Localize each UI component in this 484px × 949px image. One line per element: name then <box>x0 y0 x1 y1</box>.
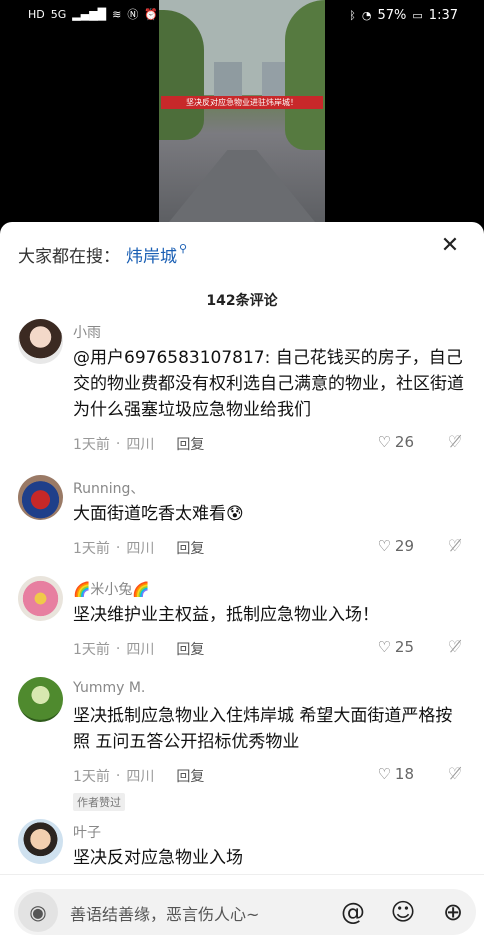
comment-meta: 1天前 · 四川 回复 <box>73 434 204 454</box>
comment-location: 四川 <box>126 769 155 785</box>
comment-author[interactable]: Running、 <box>73 478 144 498</box>
comment-author[interactable]: 小雨 <box>73 322 101 342</box>
comment-time: 1天前 <box>73 541 110 557</box>
comments-count: 142条评论 <box>206 293 278 309</box>
comments-sheet: 大家都在搜： 炜岸城 ⚲ ✕ 142条评论 小雨 @用户697658310781… <box>0 222 484 948</box>
like-button[interactable]: ♡ 18 <box>377 765 414 783</box>
meta-separator: · <box>115 540 121 556</box>
like-button[interactable]: ♡ 25 <box>377 638 414 656</box>
comment-text: 坚决反对应急物业入场 <box>73 848 243 868</box>
reply-button[interactable]: 回复 <box>176 538 204 558</box>
reply-button[interactable]: 回复 <box>176 639 204 659</box>
meta-separator: · <box>115 768 121 784</box>
avatar[interactable] <box>18 677 63 722</box>
comment-location: 四川 <box>126 642 155 658</box>
like-count: 25 <box>394 638 414 656</box>
meta-separator: · <box>115 436 121 452</box>
video-trees <box>285 0 325 150</box>
comment-time: 1天前 <box>73 642 110 658</box>
video-banner-text: 坚决反对应急物业进驻炜岸城！ <box>161 96 323 109</box>
comment-input-placeholder[interactable]: 善语结善缘，恶言伤人心~ <box>70 901 259 925</box>
nfc-icon: Ⓝ <box>127 8 139 21</box>
close-icon[interactable]: ✕ <box>438 234 462 258</box>
status-right: ᛒ ◔ 57% ▭ 1:37 <box>349 8 458 23</box>
like-button[interactable]: ♡ 29 <box>377 537 414 555</box>
search-suggestion-keyword[interactable]: 炜岸城 <box>126 242 177 267</box>
search-suggestion[interactable]: 大家都在搜： 炜岸城 ⚲ <box>18 242 187 267</box>
reply-button[interactable]: 回复 <box>176 766 204 786</box>
dislike-icon[interactable]: ♡̸ <box>448 637 462 656</box>
like-count: 26 <box>394 433 414 451</box>
clock: 1:37 <box>428 8 458 23</box>
heart-icon: ♡ <box>377 537 391 555</box>
search-suggestion-label: 大家都在搜： <box>18 247 120 267</box>
like-count: 18 <box>394 765 414 783</box>
add-icon[interactable]: ⊕ <box>438 897 468 927</box>
camera-icon[interactable]: ◉ <box>18 892 58 932</box>
dislike-icon[interactable]: ♡̸ <box>448 764 462 783</box>
comment-time: 1天前 <box>73 437 110 453</box>
like-count: 29 <box>394 537 414 555</box>
avatar[interactable] <box>18 576 63 621</box>
wifi-icon: ≋ <box>112 8 122 21</box>
author-liked-badge: 作者赞过 <box>73 793 125 811</box>
comment-text: 坚决维护业主权益，抵制应急物业入场！ <box>73 605 379 625</box>
comment-meta: 1天前 · 四川 回复 <box>73 538 204 558</box>
signal-icon: ▂▄▆█ <box>72 8 107 21</box>
comment-author[interactable]: Yummy M. <box>73 680 145 696</box>
video-trees <box>159 10 204 140</box>
dislike-icon[interactable]: ♡̸ <box>448 536 462 555</box>
comment-author[interactable]: 🌈米小兔🌈 <box>73 579 150 599</box>
dnd-icon: ◔ <box>361 8 372 22</box>
alarm-off-icon: ⏰ <box>144 8 159 21</box>
avatar[interactable] <box>18 319 63 364</box>
meta-separator: · <box>115 641 121 657</box>
bluetooth-icon: ᛒ <box>349 8 356 22</box>
dislike-icon[interactable]: ♡̸ <box>448 432 462 451</box>
comment-meta: 1天前 · 四川 回复 <box>73 639 204 659</box>
heart-icon: ♡ <box>377 638 391 656</box>
avatar[interactable] <box>18 819 63 864</box>
heart-icon: ♡ <box>377 765 391 783</box>
status-left-icons: HD 5G ▂▄▆█ ≋ Ⓝ ⏰ ⊘ <box>28 8 173 22</box>
comment-location: 四川 <box>126 541 155 557</box>
video-road <box>169 150 315 222</box>
mention-icon[interactable]: @ <box>338 897 368 927</box>
reply-button[interactable]: 回复 <box>176 434 204 454</box>
like-button[interactable]: ♡ 26 <box>377 433 414 451</box>
heart-icon: ♡ <box>377 433 391 451</box>
video-player[interactable]: 坚决反对应急物业进驻炜岸城！ <box>159 0 325 222</box>
hd-icon: HD <box>28 8 45 21</box>
comment-time: 1天前 <box>73 769 110 785</box>
comment-input-bar: ◉ 善语结善缘，恶言伤人心~ @ ☺ ⊕ <box>0 874 484 949</box>
comment-author[interactable]: 叶子 <box>73 822 101 842</box>
comment-input[interactable]: ◉ 善语结善缘，恶言伤人心~ @ ☺ ⊕ <box>14 889 476 935</box>
emoji-icon[interactable]: ☺ <box>388 897 418 927</box>
comment-text: 坚决抵制应急物业入住炜岸城 希望大面街道严格按照 五问五答公开招标优秀物业 <box>73 706 453 752</box>
avatar[interactable] <box>18 475 63 520</box>
5g-icon: 5G <box>50 8 67 21</box>
search-icon: ⚲ <box>179 242 188 255</box>
comment-meta: 1天前 · 四川 回复 <box>73 766 204 786</box>
comment-location: 四川 <box>126 437 155 453</box>
comment-text: @用户6976583107817: 自己花钱买的房子，自己交的物业费都没有权利选… <box>73 348 464 420</box>
comment-text: 大面街道吃香太难看😰 <box>73 504 244 524</box>
battery-percent: 57% <box>377 8 407 23</box>
battery-icon: ▭ <box>412 8 423 22</box>
